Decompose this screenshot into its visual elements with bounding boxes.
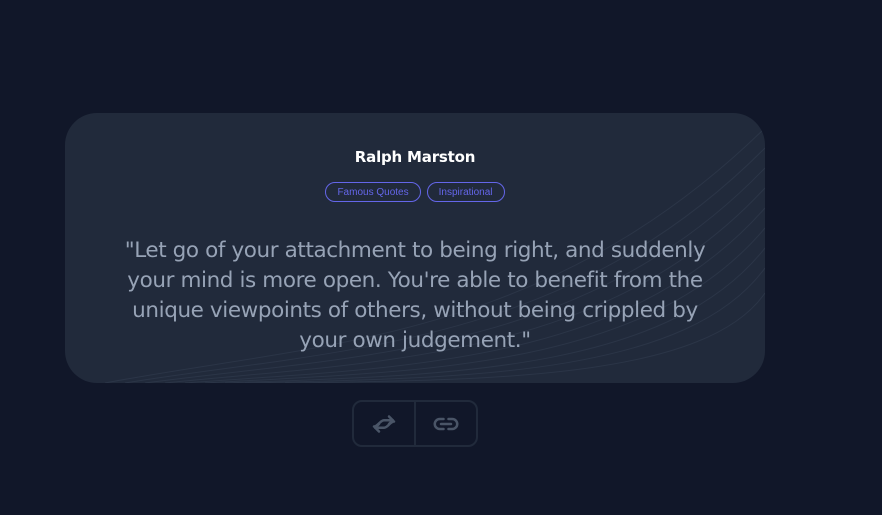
copy-link-button[interactable] (414, 402, 476, 445)
link-icon (433, 417, 459, 430)
tag-inspirational[interactable]: Inspirational (426, 182, 505, 202)
quote-tags: Famous Quotes Inspirational (65, 182, 765, 202)
quote-text: "Let go of your attachment to being righ… (124, 238, 706, 353)
quote-card: Ralph Marston Famous Quotes Inspirationa… (65, 113, 765, 383)
quote-author: Ralph Marston (354, 148, 476, 166)
quote-actions (352, 400, 478, 447)
random-quote-button[interactable] (354, 402, 414, 445)
tag-famous-quotes[interactable]: Famous Quotes (325, 182, 421, 202)
random-swap-icon (372, 414, 396, 433)
